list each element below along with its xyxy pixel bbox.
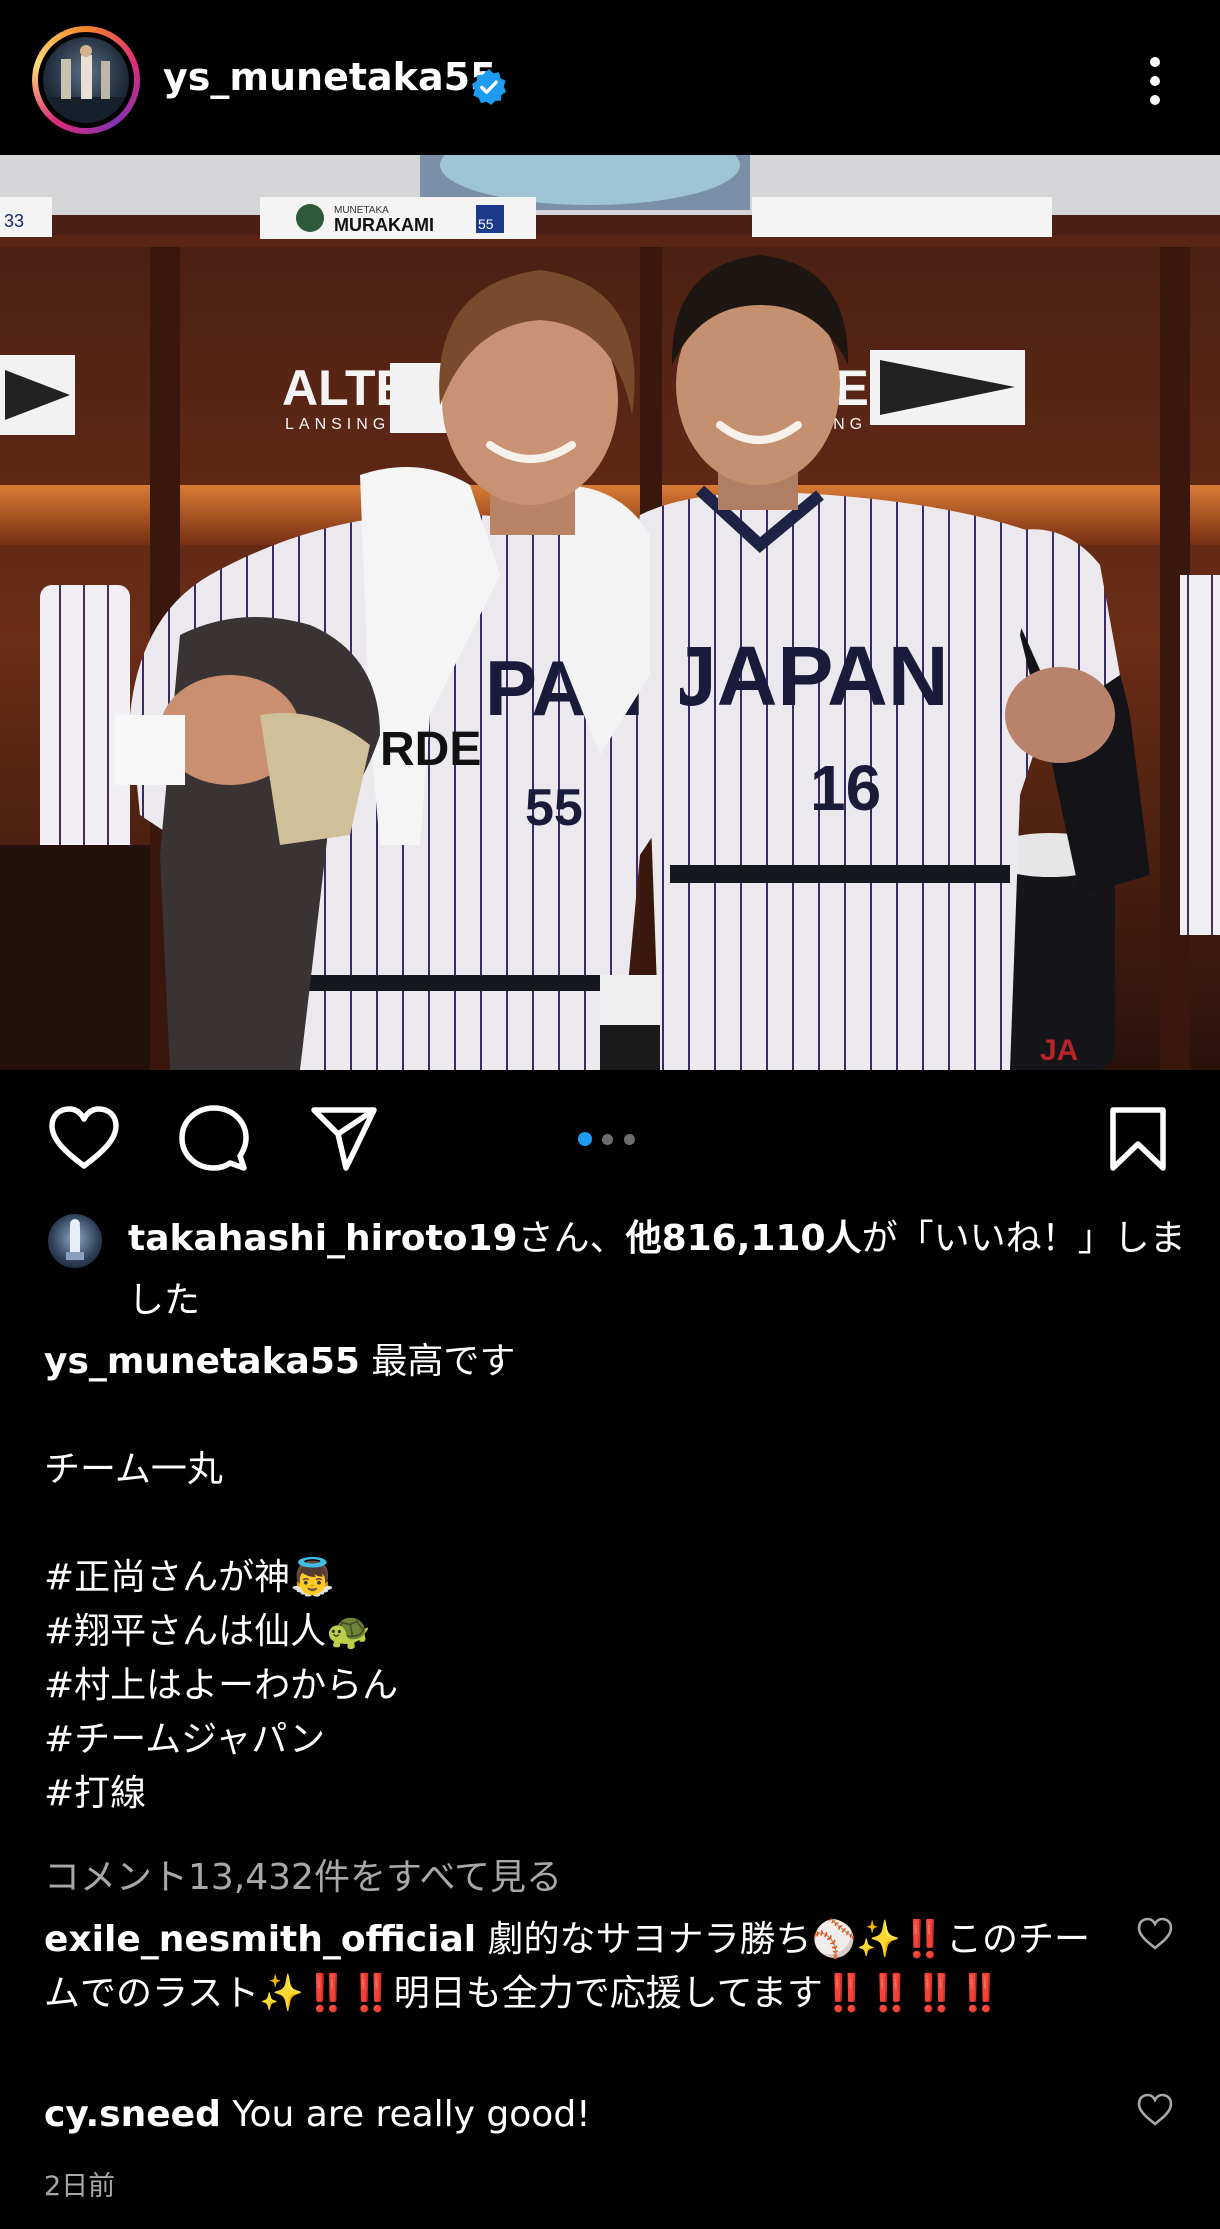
comment-like-icon[interactable] <box>1137 2093 1173 2127</box>
jersey-left-number: 55 <box>525 779 583 837</box>
verified-badge-icon <box>471 68 507 106</box>
jersey-right-text: JAPAN <box>670 629 949 723</box>
caption-username[interactable]: ys_munetaka55 <box>44 1341 360 1382</box>
carousel-dot <box>624 1134 635 1145</box>
caption-line1: 最高です <box>371 1341 516 1382</box>
carousel-dots <box>576 1130 646 1146</box>
carousel-dot-active <box>578 1132 592 1146</box>
post-photo[interactable]: 33 MUNETAKA MURAKAMI 55 ALTEC LANSING TE… <box>0 155 1220 1070</box>
hashtag[interactable]: #チームジャパン <box>44 1713 1174 1767</box>
more-options-icon[interactable] <box>1140 54 1170 108</box>
caption: ys_munetaka55 最高です チーム一丸 #正尚さんが神👼 #翔平さんは… <box>44 1335 1174 1821</box>
heart-icon[interactable] <box>48 1106 120 1170</box>
profile-avatar[interactable] <box>32 26 140 134</box>
comment-item: cy.sneed You are really good! <box>44 2088 1104 2142</box>
bag-text: JA <box>1040 1034 1078 1067</box>
hashtag[interactable]: #正尚さんが神👼 <box>44 1551 1174 1605</box>
hashtag[interactable]: #村上はよーわからん <box>44 1659 1174 1713</box>
towel-text: RDE <box>380 723 481 776</box>
post-header: ys_munetaka55 <box>0 0 1220 155</box>
comment-item: exile_nesmith_official 劇的なサヨナラ勝ち⚾✨‼️このチー… <box>44 1913 1104 2021</box>
jersey-right-number: 16 <box>810 752 881 824</box>
liker-username[interactable]: takahashi_hiroto19 <box>128 1218 518 1259</box>
comment-username[interactable]: cy.sneed <box>44 2094 221 2135</box>
action-bar <box>0 1100 1220 1180</box>
likes-others[interactable]: 他816,110人 <box>626 1218 862 1259</box>
post-timestamp: 2日前 <box>44 2171 116 2202</box>
likes-text: takahashi_hiroto19さん、他816,110人が「いいね！」しまし… <box>128 1208 1218 1332</box>
nameplate-name-text: MURAKAMI <box>334 215 434 235</box>
caption-line2: チーム一丸 <box>44 1449 223 1490</box>
comment-username[interactable]: exile_nesmith_official <box>44 1919 476 1960</box>
comment-text: You are really good! <box>232 2094 591 2135</box>
left-number-text: 33 <box>4 211 24 231</box>
carousel-dot <box>602 1134 613 1145</box>
view-all-comments-link[interactable]: コメント13,432件をすべて見る <box>44 1848 562 1900</box>
comment-like-icon[interactable] <box>1137 1917 1173 1951</box>
post-username[interactable]: ys_munetaka55 <box>163 58 496 96</box>
brand-left-sub-text: LANSING <box>285 416 390 433</box>
likes-mid: さん、 <box>517 1218 626 1259</box>
send-icon[interactable] <box>308 1106 380 1172</box>
bookmark-icon[interactable] <box>1108 1106 1168 1172</box>
comment-icon[interactable] <box>178 1104 250 1174</box>
nameplate-number-text: 55 <box>478 216 494 232</box>
liker-avatar <box>48 1214 102 1268</box>
hashtag[interactable]: #打線 <box>44 1767 1174 1821</box>
hashtag[interactable]: #翔平さんは仙人🐢 <box>44 1605 1174 1659</box>
